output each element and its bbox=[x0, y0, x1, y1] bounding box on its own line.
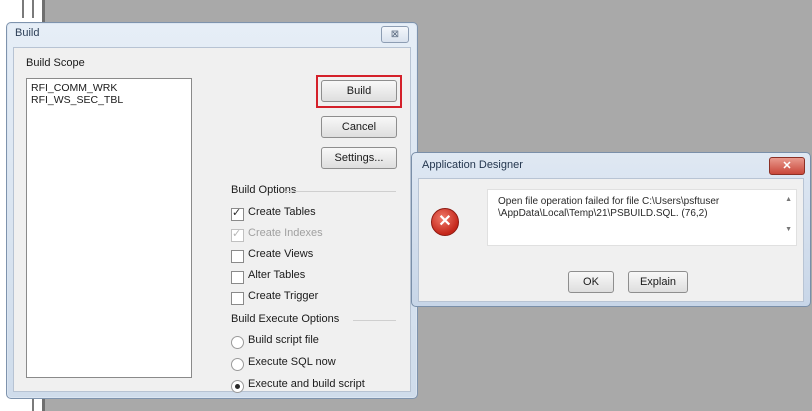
create-views-checkbox[interactable] bbox=[231, 250, 244, 263]
build-scope-list[interactable]: RFI_COMM_WRK RFI_WS_SEC_TBL bbox=[26, 78, 192, 378]
build-scope-label: Build Scope bbox=[26, 57, 85, 69]
alter-tables-label: Alter Tables bbox=[248, 269, 306, 281]
create-indexes-checkbox bbox=[231, 227, 244, 242]
create-views-label: Create Views bbox=[248, 248, 314, 260]
execute-and-build-script-radio[interactable] bbox=[231, 380, 244, 393]
build-execute-options-label: Build Execute Options bbox=[231, 313, 340, 325]
app-designer-body: ✕ Open file operation failed for file C:… bbox=[418, 178, 804, 302]
create-tables-label: Create Tables bbox=[248, 206, 316, 218]
create-indexes-label: Create Indexes bbox=[248, 227, 323, 239]
create-trigger-checkbox[interactable] bbox=[231, 292, 244, 305]
list-item[interactable]: RFI_COMM_WRK bbox=[31, 82, 117, 94]
build-script-file-label: Build script file bbox=[248, 334, 319, 346]
execute-and-build-script-label: Execute and build script bbox=[248, 378, 365, 390]
build-dialog-body: Build Scope RFI_COMM_WRK RFI_WS_SEC_TBL … bbox=[13, 47, 411, 393]
build-dialog: Build ⊠ Build Scope RFI_COMM_WRK RFI_WS_… bbox=[6, 22, 418, 399]
app-designer-title: Application Designer bbox=[422, 159, 523, 171]
explain-button[interactable]: Explain bbox=[628, 271, 688, 293]
group-divider bbox=[353, 320, 396, 321]
scroll-up-icon[interactable]: ▲ bbox=[785, 196, 792, 203]
group-divider bbox=[284, 191, 396, 192]
error-icon: ✕ bbox=[431, 208, 459, 236]
close-button[interactable]: ⊠ bbox=[381, 26, 409, 43]
alter-tables-checkbox[interactable] bbox=[231, 271, 244, 284]
list-item[interactable]: RFI_WS_SEC_TBL bbox=[31, 94, 123, 106]
background-tick bbox=[22, 0, 24, 18]
build-options-label: Build Options bbox=[231, 184, 297, 196]
background-tick bbox=[32, 0, 34, 18]
settings-button[interactable]: Settings... bbox=[321, 147, 397, 169]
cancel-button[interactable]: Cancel bbox=[321, 116, 397, 138]
scroll-down-icon[interactable]: ▼ bbox=[785, 226, 792, 233]
build-button[interactable]: Build bbox=[321, 80, 397, 102]
build-dialog-title: Build bbox=[15, 27, 40, 39]
error-message-line1: Open file operation failed for file C:\U… bbox=[498, 196, 720, 207]
error-message-line2: \AppData\Local\Temp\21\PSBUILD.SQL. (76,… bbox=[498, 208, 708, 219]
error-message: Open file operation failed for file C:\U… bbox=[498, 196, 766, 220]
close-icon[interactable]: ✕ bbox=[769, 157, 805, 175]
ok-button[interactable]: OK bbox=[568, 271, 614, 293]
build-script-file-radio[interactable] bbox=[231, 336, 244, 349]
execute-sql-now-radio[interactable] bbox=[231, 358, 244, 371]
execute-sql-now-label: Execute SQL now bbox=[248, 356, 336, 368]
application-designer-dialog: Application Designer ✕ ✕ Open file opera… bbox=[411, 152, 811, 307]
create-tables-checkbox[interactable] bbox=[231, 206, 244, 221]
create-trigger-label: Create Trigger bbox=[248, 290, 319, 302]
error-message-box: Open file operation failed for file C:\U… bbox=[487, 189, 797, 246]
